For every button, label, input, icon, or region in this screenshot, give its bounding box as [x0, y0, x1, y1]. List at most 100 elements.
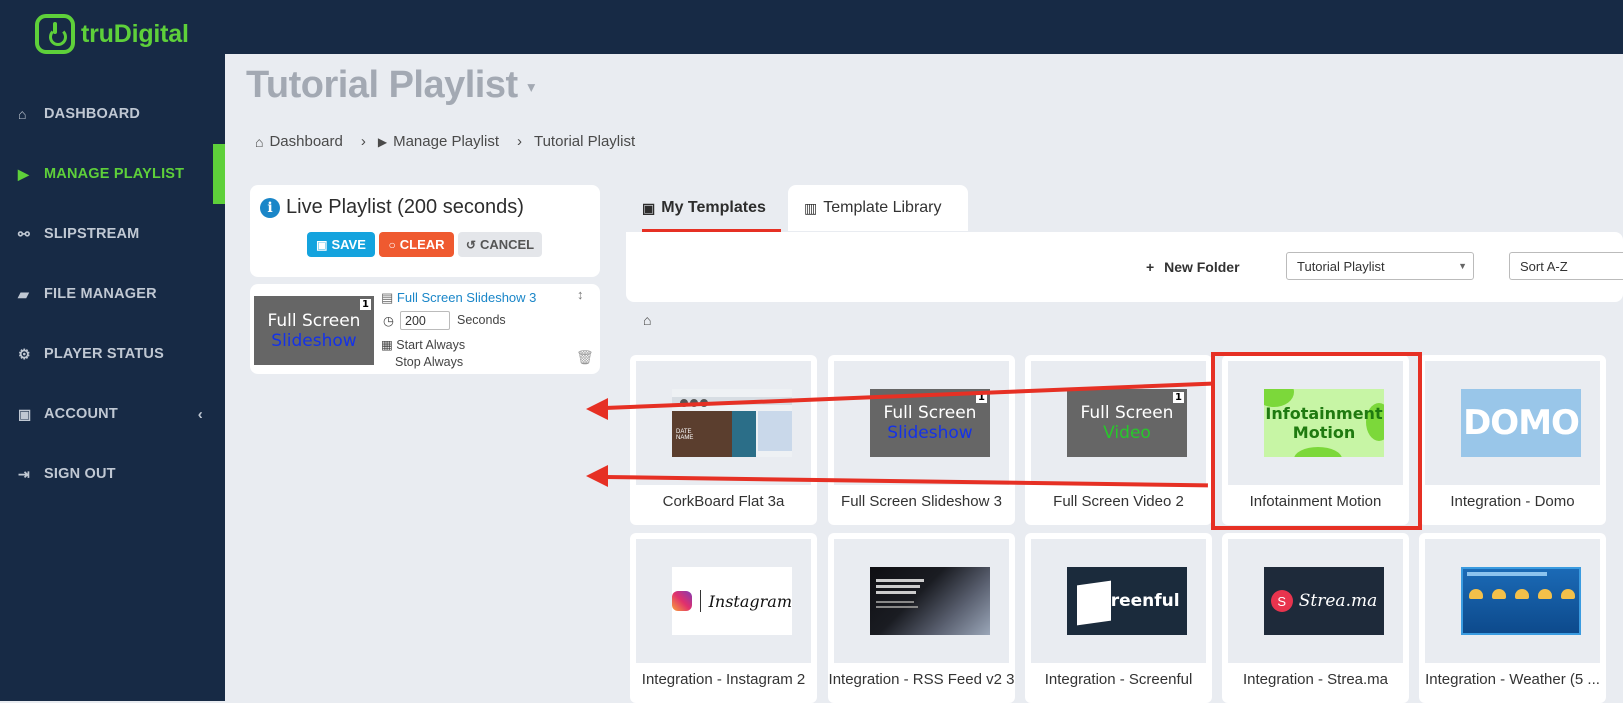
clear-button[interactable]: ○ CLEAR	[379, 232, 454, 257]
thumb-line-2: Video	[1103, 423, 1151, 443]
save-button[interactable]: ▣ SAVE	[307, 232, 375, 257]
template-card-instagram[interactable]: Instagram Integration - Instagram 2	[630, 533, 817, 703]
template-card-streama[interactable]: S Strea.ma Integration - Strea.ma	[1222, 533, 1409, 703]
template-preview: DATE NAME	[636, 361, 811, 485]
template-preview: S Strea.ma	[1228, 539, 1403, 663]
home-icon[interactable]: ⌂	[643, 312, 651, 328]
briefcase-icon: ▣	[642, 199, 656, 216]
sidebar-item-label: SIGN OUT	[44, 466, 116, 482]
template-name: Integration - Instagram 2	[641, 671, 806, 688]
cancel-button[interactable]: ↺ CANCEL	[458, 232, 542, 257]
playlist-item-name[interactable]: ▤ Full Screen Slideshow 3	[381, 290, 536, 306]
breadcrumb-manage-playlist[interactable]: Manage Playlist	[393, 133, 499, 150]
live-playlist-title-text: Live Playlist (200 seconds)	[286, 196, 524, 218]
sidebar-item-slipstream[interactable]: ⚯ SLIPSTREAM	[0, 204, 225, 264]
active-indicator	[213, 144, 225, 204]
instagram-logo: Instagram	[708, 591, 792, 611]
home-icon: ⌂	[18, 106, 27, 122]
page-title[interactable]: Tutorial Playlist ▾	[246, 64, 535, 107]
sidebar-item-sign-out[interactable]: ⇥ SIGN OUT	[0, 444, 225, 504]
screenful-logo: Screenful	[1088, 591, 1180, 611]
folder-select[interactable]: Tutorial Playlist ▼	[1286, 252, 1474, 280]
sort-select-value: Sort A-Z	[1520, 259, 1568, 274]
annotation-arrow-2-head	[586, 465, 608, 487]
breadcrumb-separator: ›	[516, 133, 522, 150]
start-schedule[interactable]: ▦ Start Always	[381, 337, 465, 352]
template-card-full-screen-slideshow[interactable]: Full Screen Slideshow 1 Full Screen Slid…	[828, 355, 1015, 525]
caret-down-icon: ▾	[527, 78, 535, 95]
playlist-item-thumbnail: Full Screen Slideshow 1	[254, 296, 374, 365]
template-name: Full Screen Slideshow 3	[841, 493, 1002, 510]
template-name: Integration - Strea.ma	[1242, 671, 1389, 688]
info-icon: i	[260, 197, 280, 218]
new-folder-label: New Folder	[1164, 259, 1240, 275]
template-name: Integration - Screenful	[1044, 671, 1193, 688]
template-name: Integration - Weather (5 ...	[1425, 671, 1600, 688]
undo-icon: ↺	[465, 237, 476, 252]
clear-label: CLEAR	[399, 237, 445, 252]
streama-icon: S	[1270, 590, 1293, 612]
sidebar-item-manage-playlist[interactable]: ▶ MANAGE PLAYLIST	[0, 144, 225, 204]
home-icon: ⌂	[255, 133, 264, 150]
template-name: Full Screen Video 2	[1053, 493, 1184, 510]
page-title-text: Tutorial Playlist	[246, 64, 518, 106]
sidebar-item-label: PLAYER STATUS	[44, 346, 164, 362]
floppy-icon: ▣	[316, 237, 328, 252]
play-icon: ▶	[18, 165, 29, 182]
template-preview: Full Screen Slideshow 1	[834, 361, 1009, 485]
rss-thumbnail	[870, 567, 990, 635]
instagram-thumbnail: Instagram	[672, 567, 792, 635]
template-preview: DOMO	[1425, 361, 1600, 485]
template-card-weather[interactable]: Integration - Weather (5 ...	[1419, 533, 1606, 703]
sort-select[interactable]: Sort A-Z	[1509, 252, 1623, 280]
sidebar-item-label: MANAGE PLAYLIST	[44, 166, 185, 182]
template-card-domo[interactable]: DOMO Integration - Domo	[1419, 355, 1606, 525]
template-name: CorkBoard Flat 3a	[662, 493, 785, 510]
sidebar-item-label: SLIPSTREAM	[44, 226, 140, 242]
thumb-badge: 1	[1173, 392, 1184, 403]
sign-out-icon: ⇥	[18, 465, 30, 482]
trash-icon[interactable]: 🗑	[576, 349, 594, 366]
sidebar-item-player-status[interactable]: ⚙ PLAYER STATUS	[0, 324, 225, 384]
sitemap-icon: ⚯	[18, 225, 30, 242]
template-card-full-screen-video[interactable]: Full Screen Video 1 Full Screen Video 2	[1025, 355, 1212, 525]
sidebar-item-account[interactable]: ▣ ACCOUNT ‹	[0, 384, 225, 444]
sidebar-item-label: FILE MANAGER	[44, 286, 157, 302]
duration-input[interactable]	[400, 311, 450, 330]
select-arrow-icon: ▼	[1458, 261, 1467, 271]
tab-label: Template Library	[823, 199, 942, 216]
template-card-rss-feed[interactable]: Integration - RSS Feed v2 3	[828, 533, 1015, 703]
breadcrumb-dashboard[interactable]: Dashboard	[269, 133, 342, 150]
folder-icon: ▰	[18, 285, 29, 302]
tab-label: My Templates	[661, 199, 766, 216]
template-card-screenful[interactable]: Screenful Integration - Screenful	[1025, 533, 1212, 703]
template-name: Integration - Domo	[1450, 493, 1575, 510]
duration-unit: Seconds	[457, 313, 506, 327]
template-preview	[834, 539, 1009, 663]
thumb-line-1: Full Screen	[883, 403, 977, 423]
template-preview	[1425, 539, 1600, 663]
sidebar-item-file-manager[interactable]: ▰ FILE MANAGER	[0, 264, 225, 324]
plus-icon: +	[1146, 259, 1155, 275]
chevron-left-icon: ‹	[197, 405, 203, 423]
play-icon: ▶	[377, 134, 388, 149]
tab-template-library[interactable]: ▥ Template Library	[788, 185, 968, 231]
new-folder-button[interactable]: + New Folder	[1146, 259, 1240, 275]
tab-my-templates[interactable]: ▣ My Templates	[626, 185, 786, 231]
briefcase-icon: ▣	[18, 405, 32, 422]
brand-logo[interactable]: truDigital	[35, 14, 189, 54]
drag-handle-icon[interactable]: ↕	[577, 287, 584, 302]
template-card-corkboard[interactable]: DATE NAME CorkBoard Flat 3a	[630, 355, 817, 525]
template-preview: Screenful	[1031, 539, 1206, 663]
breadcrumb-separator: ›	[360, 133, 366, 150]
sidebar-item-label: DASHBOARD	[44, 106, 141, 122]
slideshow-thumbnail: Full Screen Slideshow 1	[870, 389, 990, 457]
thumb-line-2: Slideshow	[271, 330, 357, 351]
sidebar-item-dashboard[interactable]: ⌂ DASHBOARD	[0, 84, 225, 144]
template-preview: Full Screen Video 1	[1031, 361, 1206, 485]
save-label: SAVE	[331, 237, 366, 252]
thumb-line-2: Slideshow	[887, 423, 973, 443]
annotation-arrow-1-head	[586, 398, 608, 420]
thumb-line-1: Full Screen	[1080, 403, 1174, 423]
instagram-icon	[672, 591, 692, 611]
